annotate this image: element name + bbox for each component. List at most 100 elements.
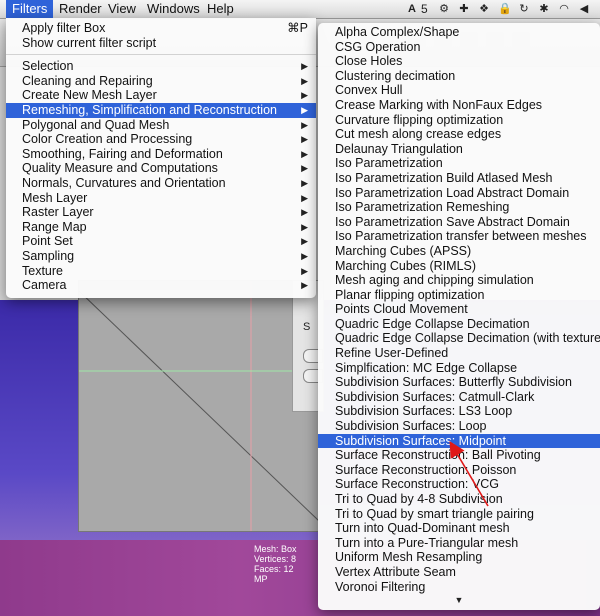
input-source-icon[interactable]: A (406, 3, 418, 15)
category-item-camera[interactable]: Camera ▶ (6, 278, 316, 293)
chevron-right-icon: ▶ (301, 250, 308, 261)
category-item-selection[interactable]: Selection ▶ (6, 59, 316, 74)
category-label: Selection (22, 59, 74, 74)
category-label: Raster Layer (22, 205, 94, 220)
category-item-sampling[interactable]: Sampling ▶ (6, 249, 316, 264)
category-label: Smoothing, Fairing and Deformation (22, 146, 223, 161)
menu-view[interactable]: View (102, 0, 142, 18)
submenu-item-subdivision-surfaces-loop[interactable]: Subdivision Surfaces: Loop (318, 419, 600, 434)
submenu-item-vertex-attribute-seam[interactable]: Vertex Attribute Seam (318, 565, 600, 580)
dialog-label: S (303, 321, 311, 333)
submenu-item-uniform-mesh-resampling[interactable]: Uniform Mesh Resampling (318, 550, 600, 565)
mesh-name: Mesh: Box (254, 544, 297, 554)
submenu-item-marching-cubes-apss[interactable]: Marching Cubes (APSS) (318, 244, 600, 259)
chevron-right-icon: ▶ (301, 236, 308, 247)
submenu-item-marching-cubes-rimls[interactable]: Marching Cubes (RIMLS) (318, 259, 600, 274)
plus-icon[interactable]: ✚ (458, 3, 470, 15)
category-item-quality-measure-and-computations[interactable]: Quality Measure and Computations ▶ (6, 161, 316, 176)
status-number: 5 (421, 2, 428, 16)
submenu-item-clustering-decimation[interactable]: Clustering decimation (318, 69, 600, 84)
status-icons: ⚙ ✚ ❖ 🔒 ↻ ✱ ◠ ◀ (438, 0, 590, 18)
scroll-down-icon[interactable]: ▼ (318, 594, 600, 606)
mesh-viewport[interactable] (78, 280, 320, 532)
submenu-item-subdivision-surfaces-ls3-loop[interactable]: Subdivision Surfaces: LS3 Loop (318, 404, 600, 419)
submenu-item-voronoi-filtering[interactable]: Voronoi Filtering (318, 580, 600, 595)
category-item-smoothing-fairing-and-deformation[interactable]: Smoothing, Fairing and Deformation ▶ (6, 147, 316, 162)
submenu-item-crease-marking-with-nonfaux-edges[interactable]: Crease Marking with NonFaux Edges (318, 98, 600, 113)
show-script-item[interactable]: Show current filter script (6, 36, 316, 51)
lock-icon[interactable]: 🔒 (498, 3, 512, 15)
submenu-item-curvature-flipping-optimization[interactable]: Curvature flipping optimization (318, 113, 600, 128)
submenu-item-subdivision-surfaces-catmull-clark[interactable]: Subdivision Surfaces: Catmull-Clark (318, 390, 600, 405)
submenu-item-points-cloud-movement[interactable]: Points Cloud Movement (318, 302, 600, 317)
submenu-item-iso-parametrization-load-abstract-domain[interactable]: Iso Parametrization Load Abstract Domain (318, 186, 600, 201)
volume-icon[interactable]: ◀ (578, 3, 590, 15)
category-item-mesh-layer[interactable]: Mesh Layer ▶ (6, 191, 316, 206)
category-item-color-creation-and-processing[interactable]: Color Creation and Processing ▶ (6, 132, 316, 147)
mesh-vertices: Vertices: 8 (254, 554, 297, 564)
submenu-item-delaunay-triangulation[interactable]: Delaunay Triangulation (318, 142, 600, 157)
submenu-item-tri-to-quad-by-4-8-subdivision[interactable]: Tri to Quad by 4-8 Subdivision (318, 492, 600, 507)
submenu-item-iso-parametrization-save-abstract-domain[interactable]: Iso Parametrization Save Abstract Domain (318, 215, 600, 230)
submenu-item-tri-to-quad-by-smart-triangle-pairing[interactable]: Tri to Quad by smart triangle pairing (318, 507, 600, 522)
apply-filter-item[interactable]: Apply filter Box ⌘P (6, 21, 316, 36)
category-item-create-new-mesh-layer[interactable]: Create New Mesh Layer ▶ (6, 88, 316, 103)
submenu-item-subdivision-surfaces-midpoint[interactable]: Subdivision Surfaces: Midpoint (318, 433, 600, 449)
category-item-remeshing-simplification-and-reconstruction[interactable]: Remeshing, Simplification and Reconstruc… (6, 102, 316, 118)
submenu-item-quadric-edge-collapse-decimation[interactable]: Quadric Edge Collapse Decimation (318, 317, 600, 332)
submenu-item-close-holes[interactable]: Close Holes (318, 54, 600, 69)
submenu-item-surface-reconstruction-ball-pivoting[interactable]: Surface Reconstruction: Ball Pivoting (318, 448, 600, 463)
category-label: Sampling (22, 248, 75, 263)
submenu-item-convex-hull[interactable]: Convex Hull (318, 83, 600, 98)
submenu-item-turn-into-a-pure-triangular-mesh[interactable]: Turn into a Pure-Triangular mesh (318, 536, 600, 551)
submenu-item-csg-operation[interactable]: CSG Operation (318, 40, 600, 55)
menu-help[interactable]: Help (201, 0, 240, 18)
category-item-point-set[interactable]: Point Set ▶ (6, 234, 316, 249)
gear-icon[interactable]: ⚙ (438, 3, 450, 15)
category-item-polygonal-and-quad-mesh[interactable]: Polygonal and Quad Mesh ▶ (6, 118, 316, 133)
submenu-list: Alpha Complex/Shape CSG Operation Close Ho… (318, 25, 600, 594)
sync-icon[interactable]: ↻ (518, 3, 530, 15)
bluetooth-icon[interactable]: ✱ (538, 3, 550, 15)
submenu-item-surface-reconstruction-vcg[interactable]: Surface Reconstruction: VCG (318, 477, 600, 492)
submenu-item-iso-parametrization-transfer-between-meshes[interactable]: Iso Parametrization transfer between mes… (318, 229, 600, 244)
chevron-right-icon: ▶ (301, 177, 308, 188)
submenu-item-turn-into-quad-dominant-mesh[interactable]: Turn into Quad-Dominant mesh (318, 521, 600, 536)
submenu-item-iso-parametrization-build-atlased-mesh[interactable]: Iso Parametrization Build Atlased Mesh (318, 171, 600, 186)
chevron-right-icon: ▶ (301, 75, 308, 86)
submenu-item-refine-user-defined[interactable]: Refine User-Defined (318, 346, 600, 361)
submenu-item-iso-parametrization[interactable]: Iso Parametrization (318, 156, 600, 171)
menu-filters[interactable]: Filters (6, 0, 54, 18)
category-label: Mesh Layer (22, 190, 88, 205)
category-label: Polygonal and Quad Mesh (22, 117, 170, 132)
submenu-item-planar-flipping-optimization[interactable]: Planar flipping optimization (318, 288, 600, 303)
submenu-item-surface-reconstruction-poisson[interactable]: Surface Reconstruction: Poisson (318, 463, 600, 478)
category-label: Create New Mesh Layer (22, 88, 157, 103)
category-item-cleaning-and-repairing[interactable]: Cleaning and Repairing ▶ (6, 74, 316, 89)
category-label: Range Map (22, 219, 87, 234)
category-label: Remeshing, Simplification and Reconstruc… (22, 102, 277, 117)
mesh-extra: MP (254, 574, 268, 584)
submenu-item-quadric-edge-collapse-decimation-with-texture[interactable]: Quadric Edge Collapse Decimation (with t… (318, 331, 600, 346)
menu-windows[interactable]: Windows (141, 0, 206, 18)
category-item-normals-curvatures-and-orientation[interactable]: Normals, Curvatures and Orientation ▶ (6, 176, 316, 191)
dropbox-icon[interactable]: ❖ (478, 3, 490, 15)
chevron-right-icon: ▶ (301, 61, 308, 72)
submenu-item-alpha-complex-shape[interactable]: Alpha Complex/Shape (318, 25, 600, 40)
category-label: Quality Measure and Computations (22, 161, 218, 176)
chevron-right-icon: ▶ (301, 265, 308, 276)
wifi-icon[interactable]: ◠ (558, 3, 570, 15)
category-item-raster-layer[interactable]: Raster Layer ▶ (6, 205, 316, 220)
submenu-item-mesh-aging-and-chipping-simulation[interactable]: Mesh aging and chipping simulation (318, 273, 600, 288)
chevron-right-icon: ▶ (301, 192, 308, 203)
menu-render[interactable]: Render (53, 0, 108, 18)
category-item-texture[interactable]: Texture ▶ (6, 264, 316, 279)
category-item-range-map[interactable]: Range Map ▶ (6, 220, 316, 235)
submenu-item-cut-mesh-along-crease-edges[interactable]: Cut mesh along crease edges (318, 127, 600, 142)
chevron-right-icon: ▶ (301, 90, 308, 101)
submenu-item-simplfication-mc-edge-collapse[interactable]: Simplfication: MC Edge Collapse (318, 361, 600, 376)
mesh-faces: Faces: 12 (254, 564, 294, 574)
mesh-info-overlay: Mesh: Box Vertices: 8 Faces: 12 MP (254, 544, 297, 584)
submenu-item-iso-parametrization-remeshing[interactable]: Iso Parametrization Remeshing (318, 200, 600, 215)
submenu-item-subdivision-surfaces-butterfly-subdivision[interactable]: Subdivision Surfaces: Butterfly Subdivis… (318, 375, 600, 390)
